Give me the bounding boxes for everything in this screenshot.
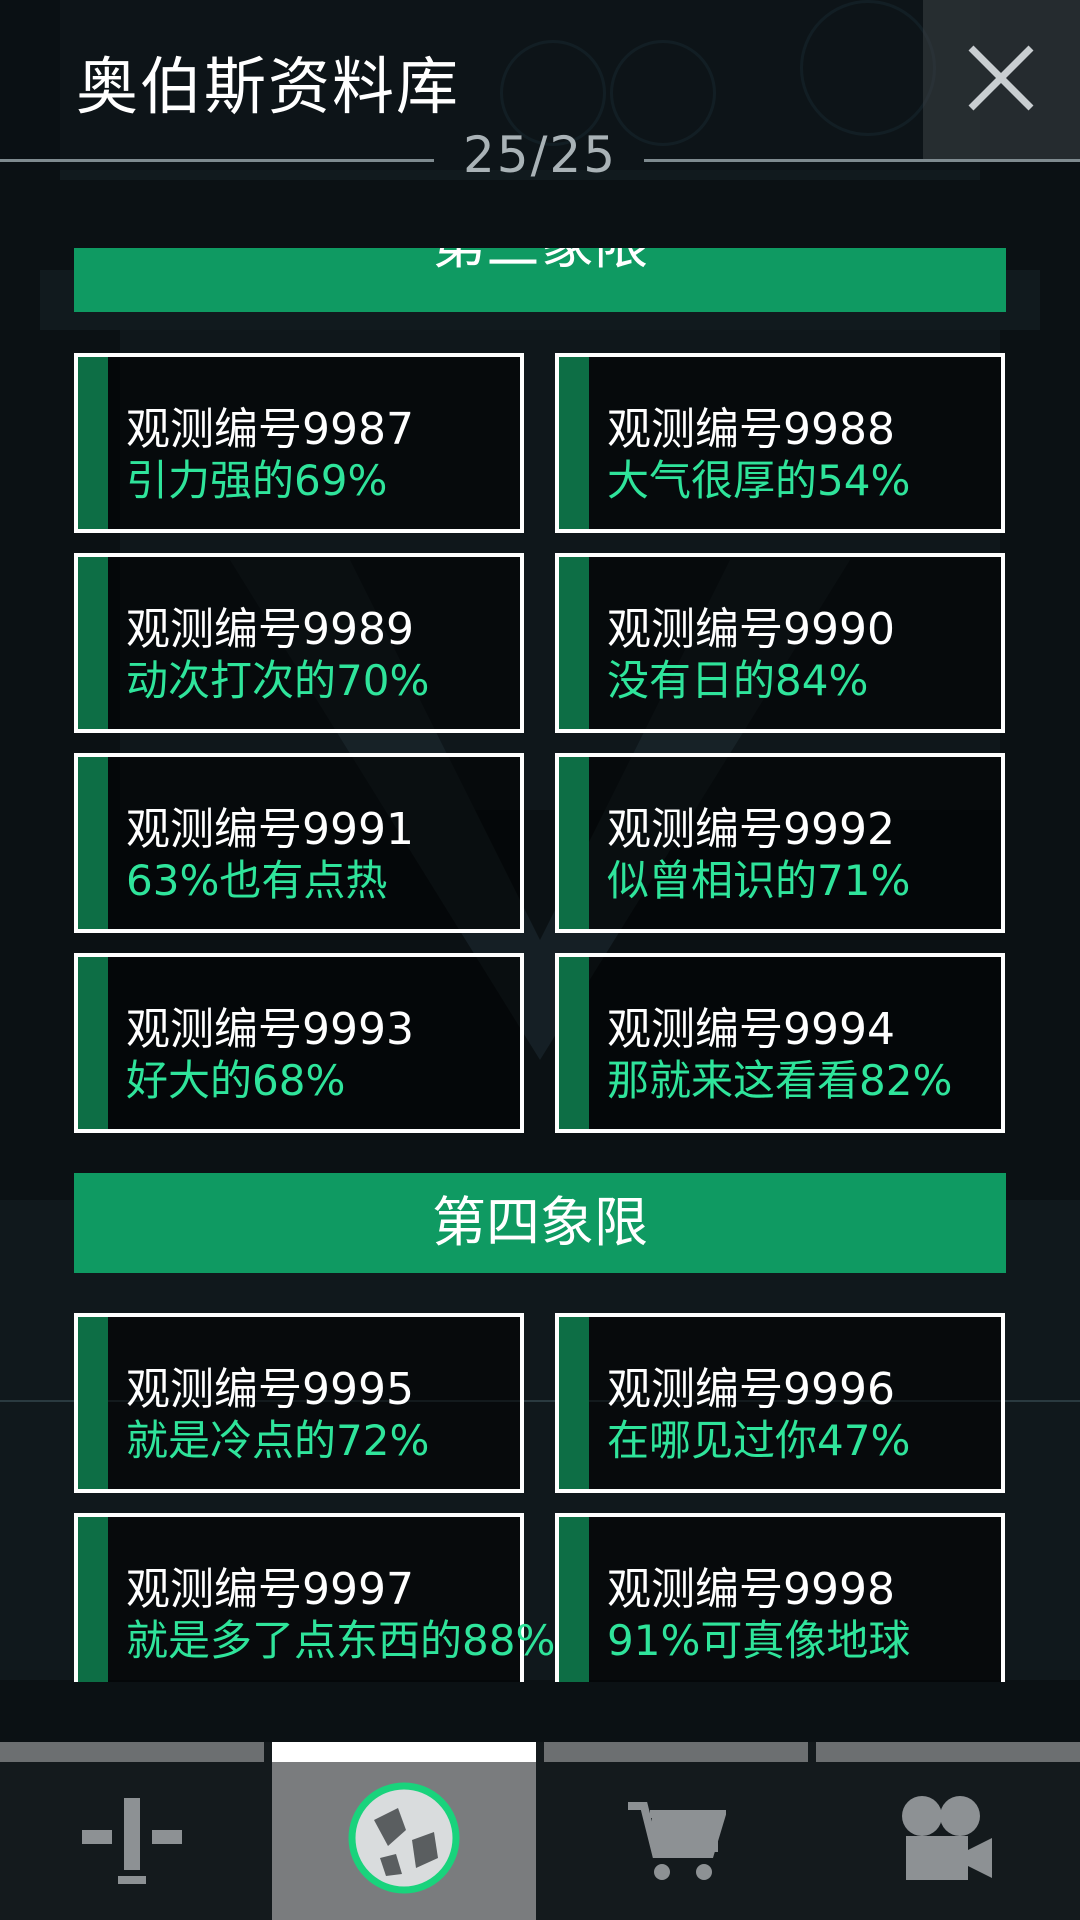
- card-accent-bar: [78, 1317, 108, 1489]
- card-description: 就是多了点东西的88%: [126, 1616, 556, 1665]
- page-counter: 25/25: [462, 126, 618, 184]
- observation-card[interactable]: 观测编号9993 好大的68%: [74, 953, 524, 1133]
- card-accent-bar: [559, 1317, 589, 1489]
- video-camera-icon: [902, 1796, 992, 1880]
- card-description: 好大的68%: [126, 1056, 346, 1105]
- observation-card[interactable]: 观测编号9994 那就来这看看82%: [555, 953, 1005, 1133]
- card-accent-bar: [559, 357, 589, 529]
- observation-card[interactable]: 观测编号9988 大气很厚的54%: [555, 353, 1005, 533]
- observation-card[interactable]: 观测编号9987 引力强的69%: [74, 353, 524, 533]
- observation-card[interactable]: 观测编号9991 63%也有点热: [74, 753, 524, 933]
- observation-card[interactable]: 观测编号9997 就是多了点东西的88%: [74, 1513, 555, 1682]
- tool-icon: [82, 1798, 182, 1884]
- card-accent-bar: [559, 1517, 589, 1682]
- card-description: 那就来这看看82%: [607, 1056, 953, 1105]
- card-accent-bar: [78, 1517, 108, 1682]
- card-accent-bar: [559, 957, 589, 1129]
- card-description: 似曾相识的71%: [607, 856, 911, 905]
- card-description: 大气很厚的54%: [607, 456, 911, 505]
- observation-card[interactable]: 观测编号9995 就是冷点的72%: [74, 1313, 524, 1493]
- card-accent-bar: [559, 757, 589, 929]
- card-description: 63%也有点热: [126, 856, 388, 905]
- content-list[interactable]: 第三象限 观测编号9987 引力强的69% 观测编号9988 大气很厚的54% …: [0, 248, 1080, 1682]
- cart-icon: [628, 1802, 726, 1880]
- tab-indicator: [816, 1742, 1080, 1762]
- page-title: 奥伯斯资料库: [76, 50, 461, 123]
- card-description: 91%可真像地球: [607, 1616, 911, 1665]
- observation-card[interactable]: 观测编号9998 91%可真像地球: [555, 1513, 1005, 1682]
- card-accent-bar: [78, 357, 108, 529]
- tab-shop[interactable]: [544, 1742, 808, 1920]
- card-accent-bar: [559, 557, 589, 729]
- tab-planets[interactable]: [272, 1742, 536, 1920]
- section-header: 第四象限: [74, 1173, 1006, 1273]
- tab-indicator: [544, 1742, 808, 1762]
- observation-card[interactable]: 观测编号9996 在哪见过你47%: [555, 1313, 1005, 1493]
- close-icon: [968, 45, 1034, 111]
- tab-indicator: [0, 1742, 264, 1762]
- observation-card[interactable]: 观测编号9992 似曾相识的71%: [555, 753, 1005, 933]
- card-description: 引力强的69%: [126, 456, 388, 505]
- observation-card[interactable]: 观测编号9990 没有日的84%: [555, 553, 1005, 733]
- card-description: 没有日的84%: [607, 656, 869, 705]
- card-accent-bar: [78, 757, 108, 929]
- section-header: 第三象限: [74, 248, 1006, 312]
- card-description: 动次打次的70%: [126, 656, 430, 705]
- tab-videos[interactable]: [816, 1742, 1080, 1920]
- observation-card[interactable]: 观测编号9989 动次打次的70%: [74, 553, 524, 733]
- planet-icon: [348, 1782, 460, 1894]
- header-bar: 奥伯斯资料库 25/25: [0, 0, 1080, 184]
- tab-tools[interactable]: [0, 1742, 264, 1920]
- tab-indicator: [272, 1742, 536, 1762]
- card-accent-bar: [78, 957, 108, 1129]
- bottom-nav: [0, 1742, 1080, 1920]
- card-description: 就是冷点的72%: [126, 1416, 430, 1465]
- card-accent-bar: [78, 557, 108, 729]
- card-description: 在哪见过你47%: [607, 1416, 911, 1465]
